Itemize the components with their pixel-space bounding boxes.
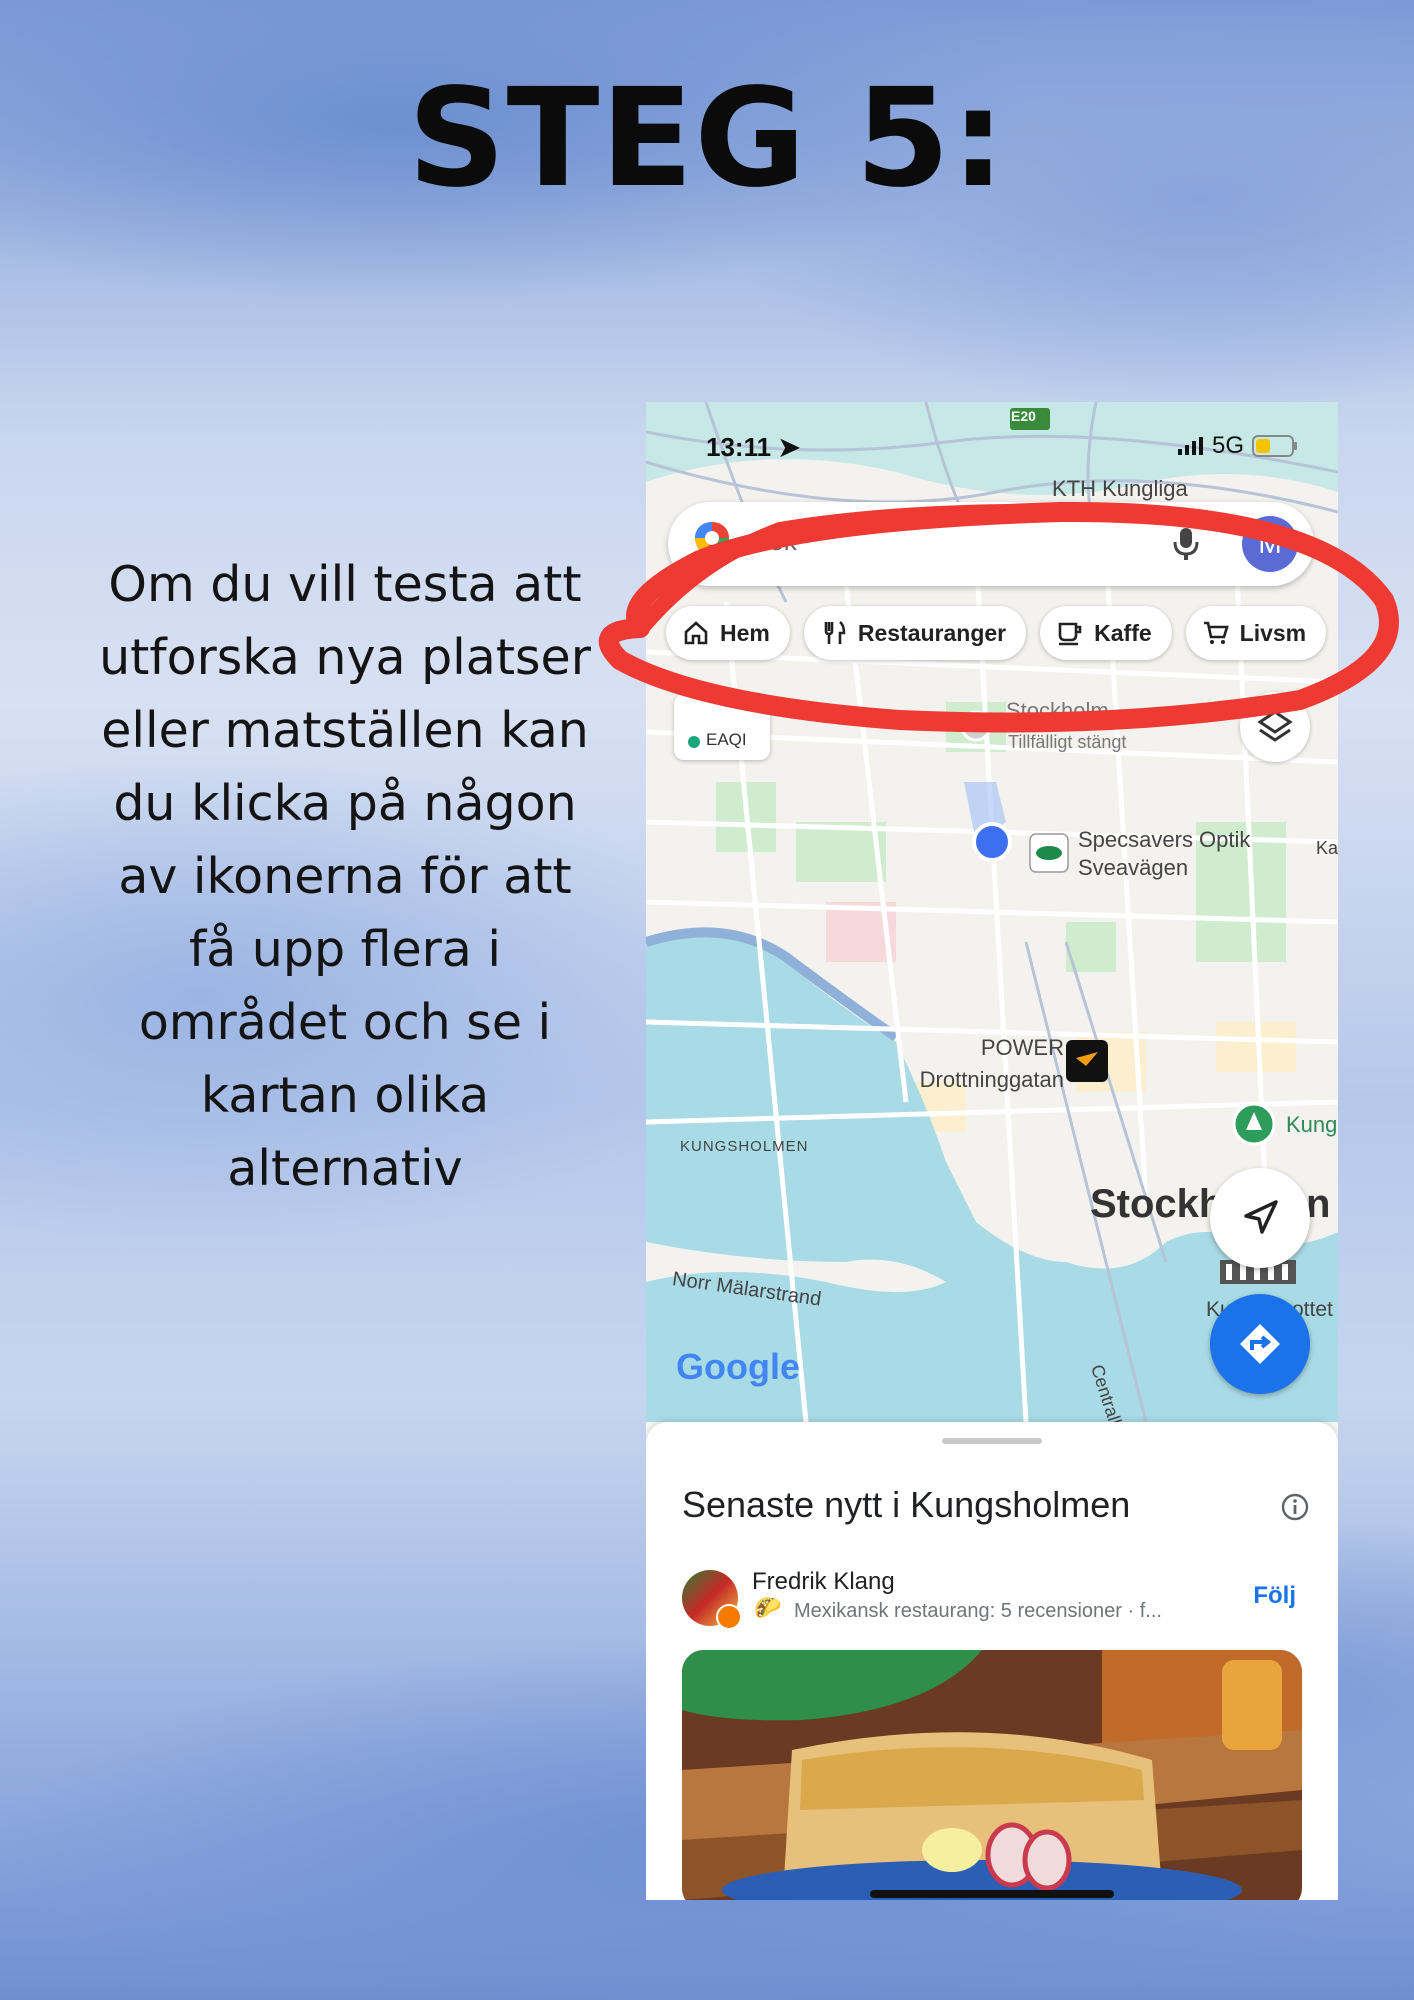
- stockholm-label: Stockholm: [1006, 698, 1109, 723]
- kth-label: KTH Kungliga: [1052, 476, 1188, 501]
- ka-label: Ka: [1316, 838, 1338, 858]
- google-logo: Google: [676, 1346, 800, 1388]
- chip-coffee-label: Kaffe: [1094, 619, 1152, 646]
- google-maps-pin-icon: [695, 522, 729, 566]
- local-guide-badge: [716, 1604, 742, 1630]
- closed-label: Tillfälligt stängt: [1008, 732, 1127, 752]
- post-author-avatar[interactable]: [682, 1570, 742, 1630]
- post-subtitle: Mexikansk restaurang: 5 recensioner · f.…: [794, 1600, 1162, 1622]
- follow-button[interactable]: Följ: [1253, 1582, 1296, 1610]
- bottom-sheet[interactable]: Senaste nytt i Kungsholmen Fredrik Klang…: [646, 1422, 1338, 1900]
- post-author-name[interactable]: Fredrik Klang: [752, 1568, 895, 1596]
- sheet-title: Senaste nytt i Kungsholmen: [682, 1484, 1131, 1525]
- chip-home[interactable]: Hem: [666, 606, 790, 660]
- home-icon: [684, 621, 708, 645]
- taco-icon: 🌮: [754, 1596, 782, 1621]
- page-headline: STEG 5:: [407, 60, 1007, 218]
- power-name: POWER: [980, 1035, 1064, 1060]
- directions-icon: [1240, 1324, 1280, 1364]
- status-indicators: 5G: [1177, 432, 1298, 460]
- battery-icon: [1252, 435, 1297, 457]
- search-input[interactable]: Sök: [752, 526, 797, 557]
- status-time-text: 13:11: [706, 432, 772, 462]
- info-icon[interactable]: [1280, 1492, 1310, 1522]
- power-street: Drottninggatan: [919, 1067, 1064, 1092]
- instruction-text: Om du vill testa att utforska nya platse…: [99, 556, 591, 1197]
- signal-icon: [1177, 437, 1203, 455]
- directions-button[interactable]: [1210, 1294, 1310, 1394]
- profile-avatar[interactable]: M: [1242, 516, 1298, 572]
- microphone-icon[interactable]: [1168, 526, 1204, 562]
- kung-park-label: Kung: [1286, 1112, 1338, 1137]
- navigation-arrow-icon: [1244, 1200, 1278, 1234]
- post-photo[interactable]: [682, 1650, 1302, 1900]
- layers-icon: [1257, 710, 1293, 742]
- location-arrow-icon: ➤: [778, 432, 801, 462]
- power-label[interactable]: POWER Drottninggatan: [884, 1032, 1064, 1096]
- chip-restaurants-label: Restauranger: [857, 619, 1007, 646]
- sheet-drag-handle[interactable]: [942, 1438, 1042, 1444]
- air-quality-dot: [688, 736, 700, 748]
- e20-label: E20: [1011, 408, 1036, 424]
- chip-home-label: Hem: [720, 619, 770, 646]
- home-indicator: [870, 1890, 1114, 1898]
- kungsholmen-map-label: KUNGSHOLMEN: [680, 1138, 809, 1155]
- eaqi-label: EAQI: [706, 730, 747, 749]
- search-bar[interactable]: Sök M: [668, 502, 1314, 586]
- phone-screenshot: E20 KTH Kungliga Stockholm Tillfälligt s…: [646, 402, 1338, 1900]
- chip-coffee[interactable]: Kaffe: [1040, 606, 1172, 660]
- layers-button[interactable]: [1240, 692, 1310, 762]
- chip-groceries-label: Livsm: [1239, 619, 1307, 646]
- my-location-button[interactable]: [1210, 1168, 1310, 1268]
- stockholm-city-label: Stockh: [1090, 1182, 1224, 1226]
- chip-restaurants[interactable]: Restauranger: [803, 606, 1027, 660]
- coffee-icon: [1058, 622, 1082, 646]
- status-time: 13:11 ➤: [706, 432, 800, 463]
- restaurant-icon: [824, 620, 846, 644]
- air-quality-badge[interactable]: EAQI: [674, 694, 770, 760]
- specsavers-name: Specsavers Optik: [1078, 827, 1251, 852]
- category-chips: Hem Restauranger Kaffe Livsm: [666, 606, 1338, 662]
- network-label: 5G: [1211, 432, 1244, 459]
- google-logo-text: Google: [676, 1346, 800, 1387]
- cart-icon: [1203, 621, 1229, 644]
- specsavers-label[interactable]: Specsavers Optik Sveavägen: [1078, 826, 1250, 882]
- chip-groceries[interactable]: Livsm: [1185, 606, 1327, 660]
- specsavers-street: Sveavägen: [1078, 855, 1189, 880]
